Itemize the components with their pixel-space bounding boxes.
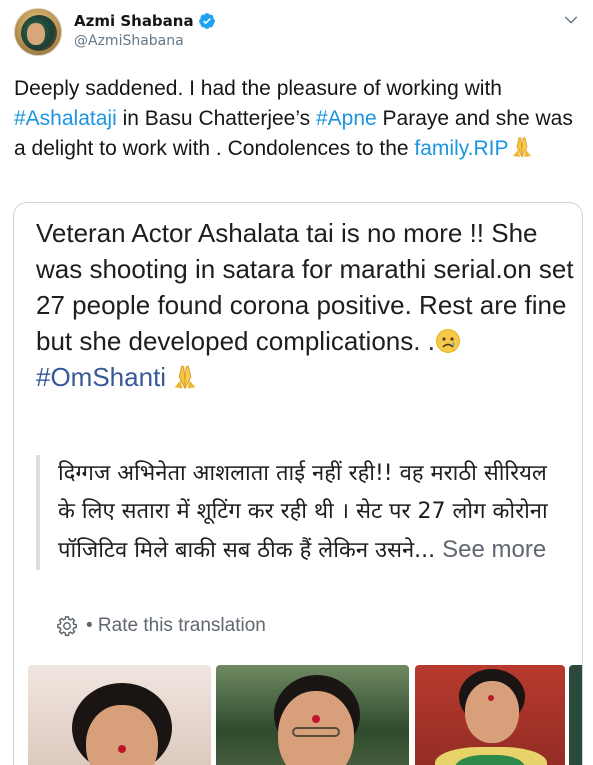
translation-block: दिग्गज अभिनेता आशलाता ताई नहीं रही!! वह … — [36, 455, 556, 570]
quoted-post-body: Veteran Actor Ashalata tai is no more !!… — [36, 218, 574, 356]
tweet-text: Deeply saddened. I had the pleasure of w… — [14, 74, 584, 164]
avatar-face — [27, 23, 45, 45]
tweet-text-part: Deeply saddened. I had the pleasure of w… — [14, 77, 502, 100]
avatar[interactable] — [14, 8, 62, 56]
folded-hands-emoji-icon — [174, 365, 196, 389]
hashtag-link[interactable]: #Apne — [316, 107, 377, 130]
tweet: Azmi Shabana @AzmiShabana Deeply saddene… — [0, 0, 593, 765]
quoted-post-text: Veteran Actor Ashalata tai is no more !!… — [36, 215, 576, 395]
quoted-post-card[interactable]: Veteran Actor Ashalata tai is no more !!… — [13, 202, 583, 765]
see-more-link[interactable]: See more — [442, 536, 546, 563]
author-name[interactable]: Azmi Shabana — [74, 12, 216, 30]
photo-thumbnail[interactable] — [28, 665, 211, 765]
rate-translation-label[interactable]: • Rate this translation — [86, 615, 266, 637]
photo-grid — [28, 665, 582, 765]
crying-face-emoji-icon — [436, 329, 460, 353]
chevron-down-icon[interactable] — [563, 12, 579, 28]
photo-thumbnail[interactable] — [569, 665, 582, 765]
photo-thumbnail[interactable] — [415, 665, 565, 765]
photo-thumbnail[interactable] — [216, 665, 409, 765]
tweet-text-part: in Basu Chatterjee’s — [116, 107, 316, 130]
hashtag-link[interactable]: family.RIP — [414, 137, 508, 160]
author-name-text[interactable]: Azmi Shabana — [74, 12, 194, 30]
rate-translation[interactable]: • Rate this translation — [56, 615, 266, 637]
verified-badge-icon — [198, 13, 215, 29]
folded-hands-emoji-icon — [512, 137, 531, 158]
author-handle[interactable]: @AzmiShabana — [74, 33, 184, 49]
gear-icon — [57, 616, 77, 637]
hashtag-link[interactable]: #Ashalataji — [14, 107, 117, 130]
hashtag-link[interactable]: #OmShanti — [36, 362, 166, 392]
